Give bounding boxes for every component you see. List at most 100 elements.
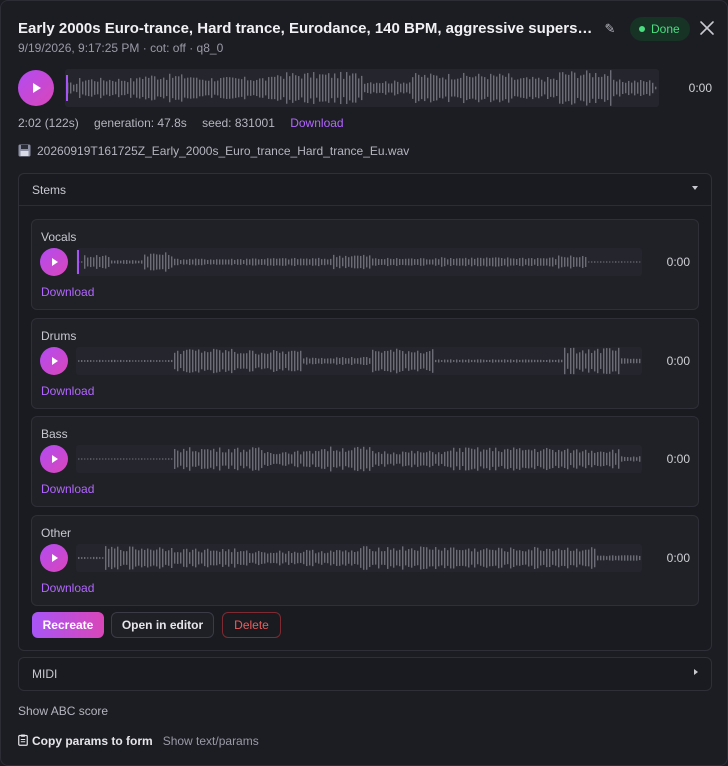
waveform-bar bbox=[432, 549, 434, 567]
stem-download-link[interactable]: Download bbox=[41, 581, 94, 595]
waveform-bar bbox=[171, 359, 173, 363]
waveform-bar bbox=[378, 351, 380, 371]
waveform-bar bbox=[453, 447, 455, 471]
waveform-bar bbox=[90, 458, 92, 460]
waveform-bar bbox=[519, 258, 521, 266]
main-waveform[interactable] bbox=[65, 69, 659, 107]
waveform-bar bbox=[375, 258, 377, 266]
waveform-bar bbox=[177, 258, 179, 266]
waveform-bar bbox=[102, 360, 104, 362]
waveform-bar bbox=[582, 350, 584, 372]
waveform-bar bbox=[427, 77, 429, 99]
waveform-bar bbox=[435, 547, 437, 569]
waveform-bar bbox=[534, 259, 536, 265]
waveform-bar bbox=[90, 360, 92, 362]
waveform-bar bbox=[456, 549, 458, 567]
waveform-bar bbox=[547, 76, 549, 100]
delete-button[interactable]: Delete bbox=[222, 612, 281, 638]
stem-play-button[interactable] bbox=[40, 544, 68, 572]
stem-download-link[interactable]: Download bbox=[41, 482, 94, 496]
waveform-bar bbox=[127, 82, 129, 94]
waveform-bar bbox=[240, 259, 242, 265]
waveform-bar bbox=[337, 78, 339, 98]
waveform-bar bbox=[534, 448, 536, 470]
stem-waveform-bars bbox=[78, 446, 641, 472]
waveform-bar bbox=[333, 450, 335, 468]
waveform-bar bbox=[591, 352, 593, 370]
copy-params-button[interactable]: Copy params to form bbox=[32, 734, 153, 748]
waveform-bar bbox=[456, 451, 458, 467]
waveform-bar bbox=[652, 82, 654, 94]
recreate-button[interactable]: Recreate bbox=[32, 612, 104, 638]
caret-right-icon bbox=[694, 669, 698, 675]
waveform-bar bbox=[355, 73, 357, 103]
waveform-bar bbox=[277, 75, 279, 101]
waveform-bar bbox=[183, 350, 185, 372]
stem-play-button[interactable] bbox=[40, 248, 68, 276]
waveform-bar bbox=[114, 548, 116, 568]
waveform-bar bbox=[243, 260, 245, 264]
open-in-editor-button[interactable]: Open in editor bbox=[111, 612, 214, 638]
waveform-bar bbox=[486, 359, 488, 363]
stem-waveform[interactable] bbox=[76, 248, 642, 276]
stem-download-link[interactable]: Download bbox=[41, 384, 94, 398]
show-abc-score-link[interactable]: Show ABC score bbox=[18, 704, 108, 718]
waveform-bar bbox=[531, 550, 533, 566]
playhead[interactable] bbox=[77, 250, 79, 274]
pencil-icon[interactable]: ✎ bbox=[602, 21, 618, 37]
stem-waveform[interactable] bbox=[76, 445, 642, 473]
waveform-bar bbox=[604, 74, 606, 102]
waveform-bar bbox=[102, 255, 104, 269]
waveform-bar bbox=[549, 449, 551, 469]
waveform-bar bbox=[523, 77, 525, 99]
waveform-bar bbox=[372, 450, 374, 468]
waveform-bar bbox=[453, 547, 455, 569]
waveform-bar bbox=[522, 257, 524, 267]
main-play-button[interactable] bbox=[18, 70, 54, 106]
waveform-bar bbox=[403, 82, 405, 94]
waveform-bar bbox=[442, 77, 444, 99]
waveform-bar bbox=[174, 258, 176, 266]
stem-play-button[interactable] bbox=[40, 445, 68, 473]
waveform-bar bbox=[249, 350, 251, 372]
waveform-bar bbox=[606, 556, 608, 560]
waveform-bar bbox=[510, 450, 512, 468]
waveform-bar bbox=[336, 550, 338, 566]
show-text-params-link[interactable]: Show text/params bbox=[163, 734, 259, 748]
waveform-bar bbox=[99, 458, 101, 460]
waveform-bar bbox=[580, 75, 582, 101]
waveform-bar bbox=[445, 79, 447, 97]
stem-play-button[interactable] bbox=[40, 347, 68, 375]
download-link[interactable]: Download bbox=[290, 116, 343, 130]
waveform-bar bbox=[472, 77, 474, 99]
stem-download-link[interactable]: Download bbox=[41, 285, 94, 299]
midi-header[interactable]: MIDI bbox=[19, 658, 711, 690]
waveform-bar bbox=[391, 83, 393, 93]
midi-section[interactable]: MIDI bbox=[18, 657, 712, 691]
waveform-bar bbox=[276, 454, 278, 464]
stem-waveform[interactable] bbox=[76, 544, 642, 572]
waveform-bar bbox=[330, 550, 332, 566]
waveform-bar bbox=[570, 255, 572, 269]
stem-waveform[interactable] bbox=[76, 347, 642, 375]
waveform-bar bbox=[223, 77, 225, 99]
waveform-bar bbox=[423, 258, 425, 266]
waveform-bar bbox=[303, 551, 305, 565]
waveform-bar bbox=[282, 258, 284, 266]
waveform-bar bbox=[123, 551, 125, 565]
stems-header[interactable]: Stems bbox=[19, 174, 711, 206]
waveform-bar bbox=[195, 451, 197, 467]
waveform-bar bbox=[562, 72, 564, 104]
waveform-bar bbox=[588, 549, 590, 567]
waveform-bar bbox=[108, 548, 110, 568]
playhead[interactable] bbox=[66, 75, 68, 101]
waveform-bar bbox=[579, 257, 581, 267]
waveform-bar bbox=[105, 458, 107, 460]
waveform-bar bbox=[93, 360, 95, 362]
waveform-bar bbox=[522, 450, 524, 468]
close-icon[interactable] bbox=[698, 19, 716, 37]
waveform-bar bbox=[249, 259, 251, 265]
waveform-bar bbox=[474, 258, 476, 266]
waveform-bar bbox=[474, 449, 476, 469]
waveform-bar bbox=[346, 72, 348, 104]
